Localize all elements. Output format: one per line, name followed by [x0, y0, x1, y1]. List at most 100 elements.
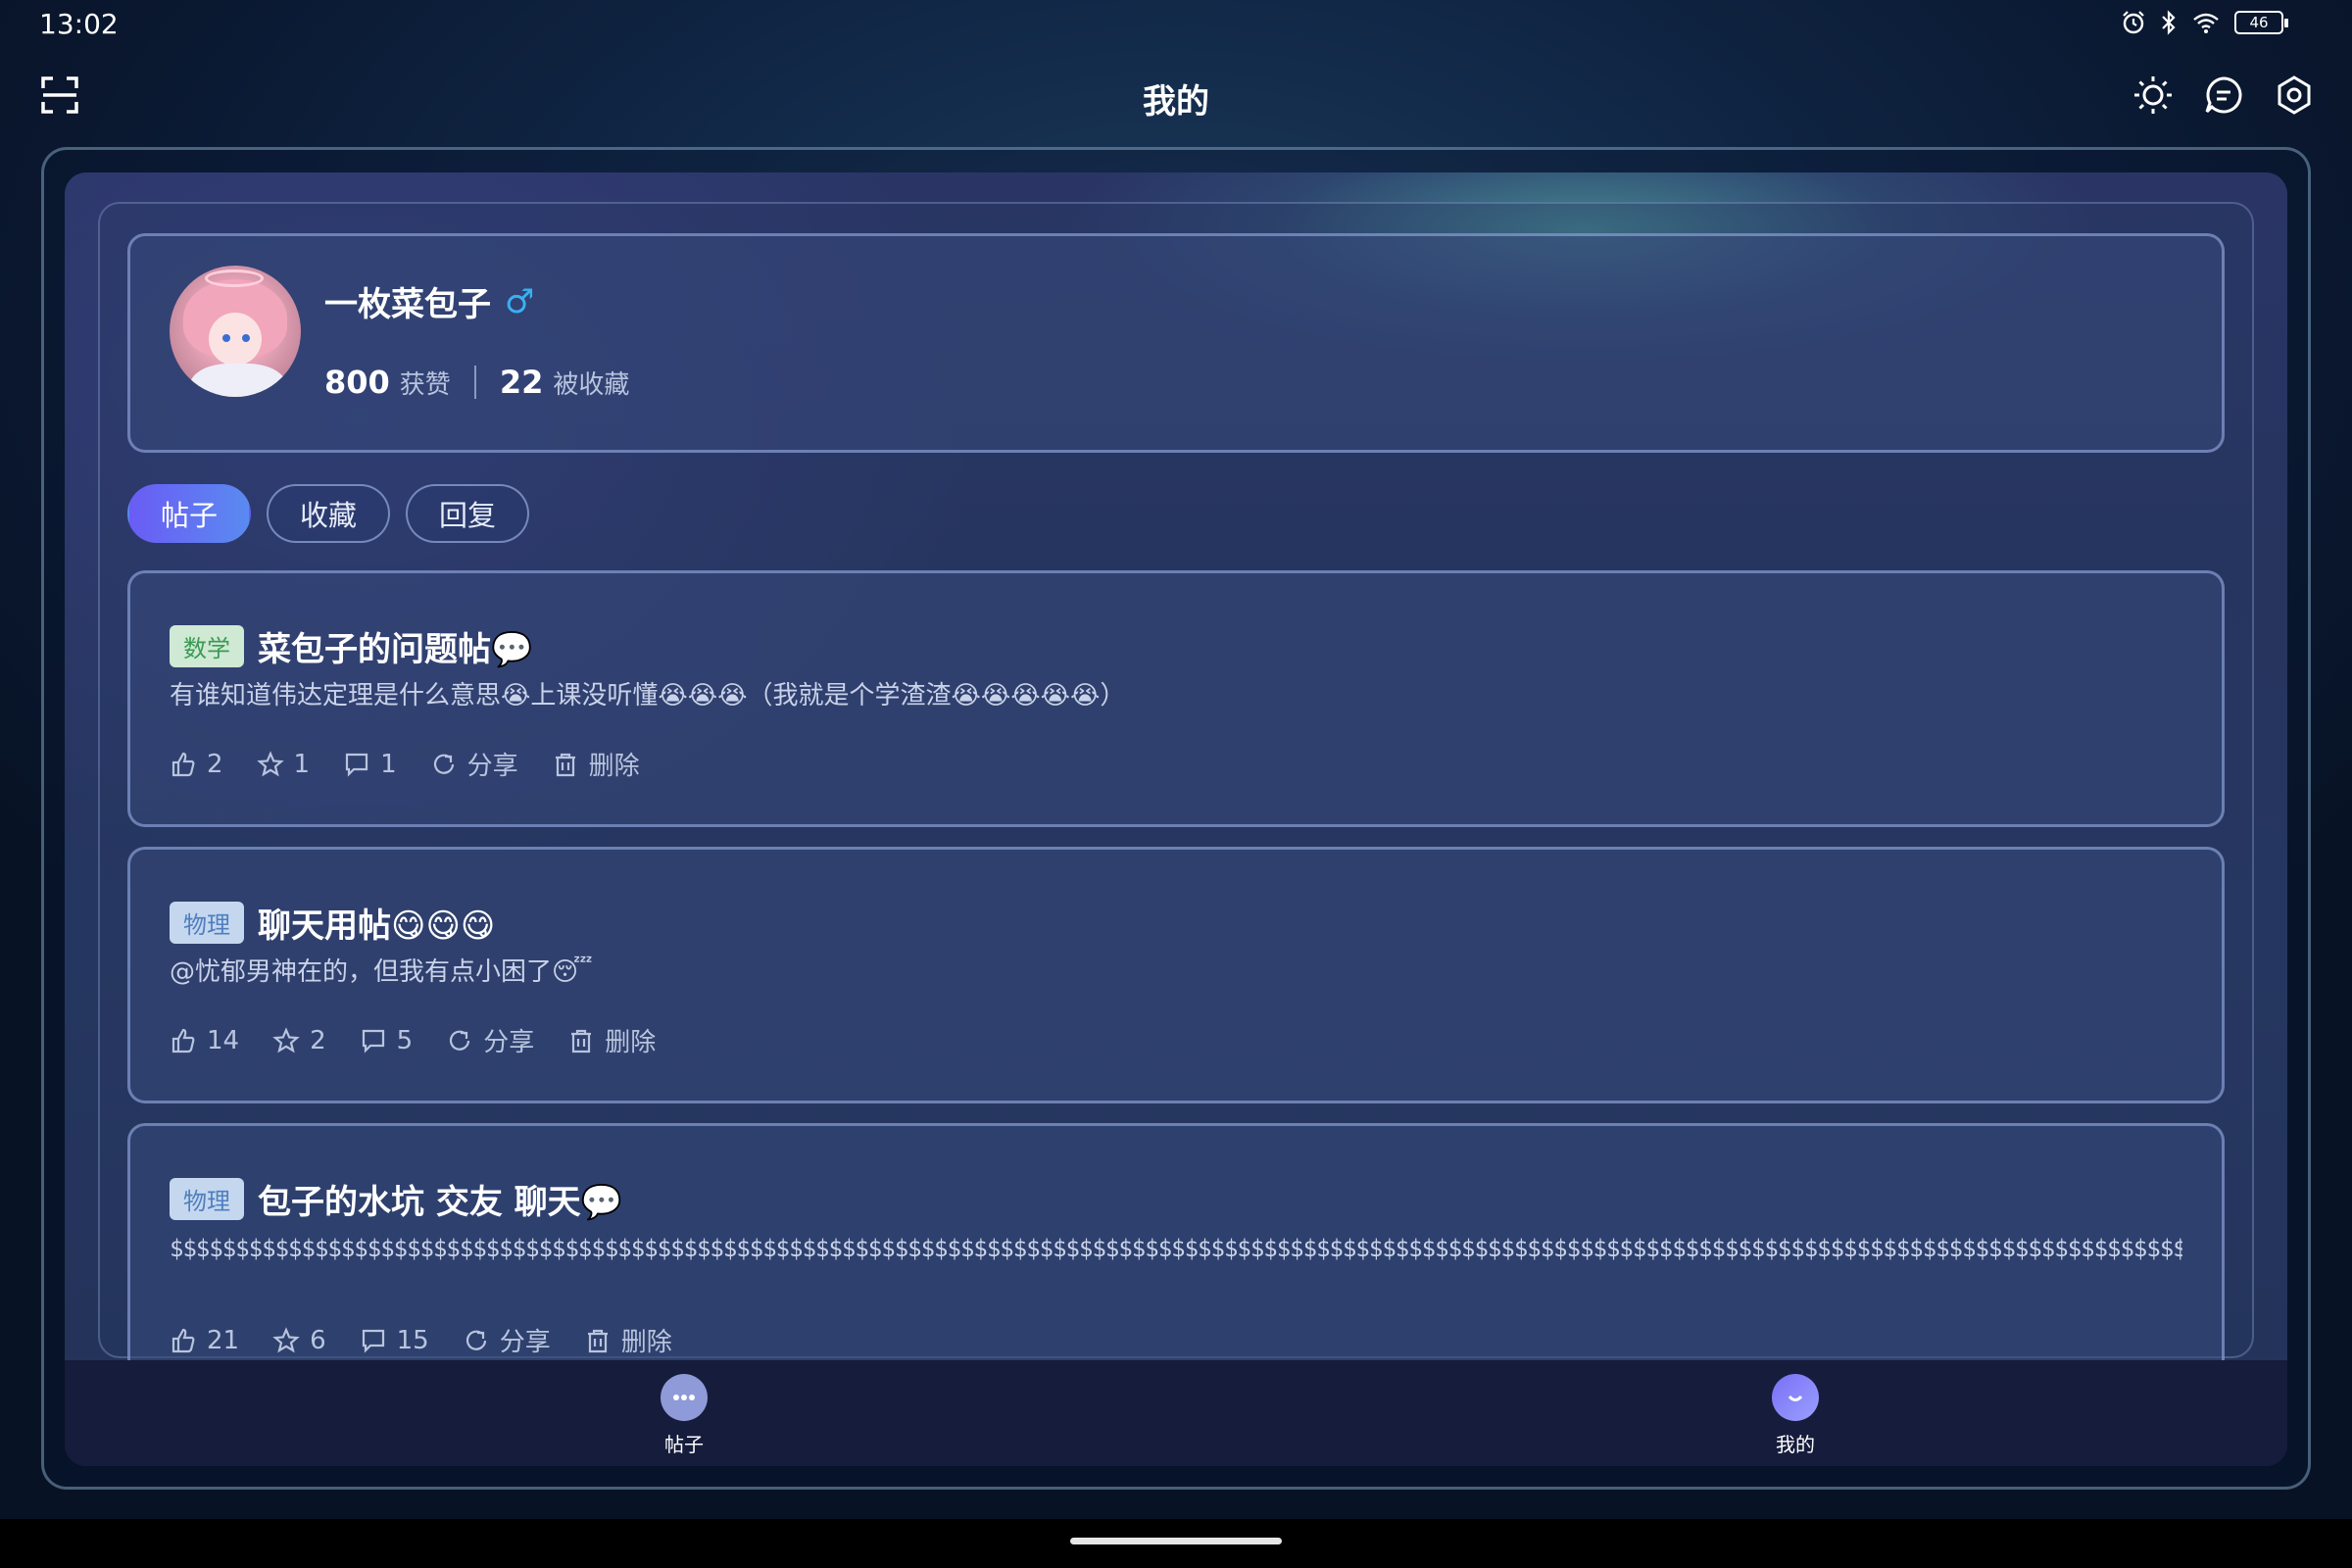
- avatar[interactable]: [170, 266, 301, 397]
- home-indicator[interactable]: [1070, 1538, 1282, 1544]
- post-title: 聊天用帖😋😋😋: [258, 906, 496, 946]
- delete-button[interactable]: 删除: [567, 1022, 656, 1058]
- like-button[interactable]: 2: [170, 750, 223, 779]
- delete-button[interactable]: 删除: [584, 1322, 672, 1358]
- like-button[interactable]: 14: [170, 1026, 239, 1055]
- post-actions: 2 1 1 分享 删除: [170, 746, 640, 782]
- share-icon: [450, 1030, 470, 1051]
- like-count: 2: [207, 749, 223, 779]
- username: 一枚菜包子: [324, 285, 491, 324]
- sun-icon: [2134, 76, 2172, 114]
- favorites-count: 22: [499, 364, 544, 401]
- post-title: 菜包子的问题帖💬: [258, 630, 533, 669]
- wifi-icon: [2193, 13, 2219, 33]
- battery-indicator: 46: [2234, 11, 2288, 34]
- nav-mine[interactable]: 我的: [1727, 1374, 1864, 1457]
- delete-label: 删除: [620, 1328, 672, 1357]
- favorites-label: 被收藏: [553, 369, 630, 400]
- content-tabs: 帖子 收藏 回复: [127, 484, 530, 543]
- user-smile-icon: [1772, 1374, 1819, 1421]
- nav-posts-label: 帖子: [664, 1433, 704, 1456]
- bluetooth-icon: [2162, 10, 2176, 35]
- comment-count: 5: [396, 1025, 414, 1055]
- share-button[interactable]: 分享: [463, 1322, 551, 1358]
- star-icon: [272, 1026, 300, 1053]
- status-bar: 13:02 46: [0, 0, 2352, 49]
- thumbs-up-icon: [172, 1028, 195, 1053]
- delete-label: 删除: [605, 1028, 657, 1057]
- like-count: 21: [207, 1325, 240, 1355]
- post-title: 包子的水坑 交友 聊天💬: [258, 1183, 623, 1222]
- nav-mine-label: 我的: [1776, 1433, 1815, 1456]
- share-button[interactable]: 分享: [446, 1022, 534, 1058]
- likes-label: 获赞: [399, 369, 451, 400]
- settings-button[interactable]: [2272, 73, 2317, 118]
- favorite-button[interactable]: 6: [272, 1326, 326, 1355]
- post-body: $$$$$$$$$$$$$$$$$$$$$$$$$$$$$$$$$$$$$$$$…: [170, 1235, 2182, 1262]
- post-actions: 21 6 15 分享 删除: [170, 1322, 672, 1358]
- post-title-row: 物理 聊天用帖😋😋😋: [170, 899, 495, 947]
- comment-icon: [362, 1329, 384, 1353]
- username-row: 一枚菜包子 ♂: [324, 277, 534, 325]
- trash-icon: [571, 1029, 592, 1053]
- post-title-row: 数学 菜包子的问题帖💬: [170, 622, 532, 670]
- comment-count: 15: [396, 1325, 429, 1355]
- tab-favorites[interactable]: 收藏: [267, 484, 391, 543]
- trash-icon: [555, 753, 575, 776]
- post-title-row: 物理 包子的水坑 交友 聊天💬: [170, 1175, 622, 1223]
- stats-divider: [473, 366, 476, 399]
- chat-icon: [2205, 76, 2242, 114]
- thumbs-up-icon: [172, 752, 195, 776]
- favorite-count: 2: [310, 1025, 326, 1055]
- favorite-count: 6: [310, 1325, 326, 1355]
- share-label: 分享: [466, 752, 518, 781]
- gender-male-icon: ♂: [505, 281, 535, 321]
- comment-icon: [362, 1029, 384, 1054]
- likes-count: 800: [324, 364, 390, 401]
- comment-button[interactable]: 1: [343, 750, 397, 779]
- post-body: 有谁知道伟达定理是什么意思😭上课没听懂😭😭😭（我就是个学渣渣😭😭😭😭😭）: [170, 681, 1126, 710]
- chat-bubble-icon: [661, 1374, 708, 1421]
- comment-button[interactable]: 5: [360, 1025, 414, 1055]
- trash-icon: [587, 1329, 608, 1352]
- profile-card[interactable]: 一枚菜包子 ♂ 800 获赞 22 被收藏: [127, 233, 2225, 453]
- favorite-button[interactable]: 1: [256, 749, 311, 779]
- post-card[interactable]: 物理 聊天用帖😋😋😋 @忧郁男神在的，但我有点小困了😴 14 2 5 分享 删除: [127, 847, 2225, 1103]
- comment-icon: [345, 753, 368, 777]
- thumbs-up-icon: [172, 1328, 195, 1352]
- messages-button[interactable]: [2201, 73, 2246, 118]
- post-card[interactable]: 数学 菜包子的问题帖💬 有谁知道伟达定理是什么意思😭上课没听懂😭😭😭（我就是个学…: [127, 570, 2225, 827]
- favorite-count: 1: [293, 749, 311, 779]
- like-button[interactable]: 21: [170, 1326, 239, 1355]
- comment-button[interactable]: 15: [360, 1326, 429, 1355]
- subject-tag: 数学: [170, 625, 244, 667]
- post-body: @忧郁男神在的，但我有点小困了😴: [170, 957, 593, 987]
- subject-tag: 物理: [170, 1178, 244, 1220]
- app-header: 我的: [0, 59, 2352, 137]
- bottom-navigation: 帖子 我的: [65, 1360, 2287, 1466]
- share-icon: [466, 1330, 486, 1350]
- settings-icon: [2278, 75, 2311, 115]
- nav-posts[interactable]: 帖子: [615, 1374, 753, 1457]
- star-icon: [272, 1326, 300, 1352]
- share-label: 分享: [499, 1328, 551, 1357]
- status-time: 13:02: [39, 8, 119, 40]
- share-icon: [433, 754, 454, 774]
- post-actions: 14 2 5 分享 删除: [170, 1022, 656, 1058]
- status-icons: 46: [2121, 10, 2288, 35]
- profile-stats: 800 获赞 22 被收藏: [324, 364, 629, 401]
- like-count: 14: [207, 1025, 240, 1055]
- delete-label: 删除: [588, 752, 640, 781]
- favorite-button[interactable]: 2: [272, 1026, 326, 1055]
- subject-tag: 物理: [170, 902, 244, 944]
- tab-replies[interactable]: 回复: [406, 484, 530, 543]
- share-button[interactable]: 分享: [430, 746, 518, 782]
- delete-button[interactable]: 删除: [552, 746, 640, 782]
- theme-toggle-button[interactable]: [2131, 73, 2176, 118]
- page-title: 我的: [1143, 82, 1209, 122]
- share-label: 分享: [483, 1028, 535, 1057]
- header-actions: [2131, 73, 2317, 118]
- tab-posts[interactable]: 帖子: [127, 484, 252, 543]
- alarm-icon: [2123, 11, 2144, 34]
- comment-count: 1: [380, 749, 397, 779]
